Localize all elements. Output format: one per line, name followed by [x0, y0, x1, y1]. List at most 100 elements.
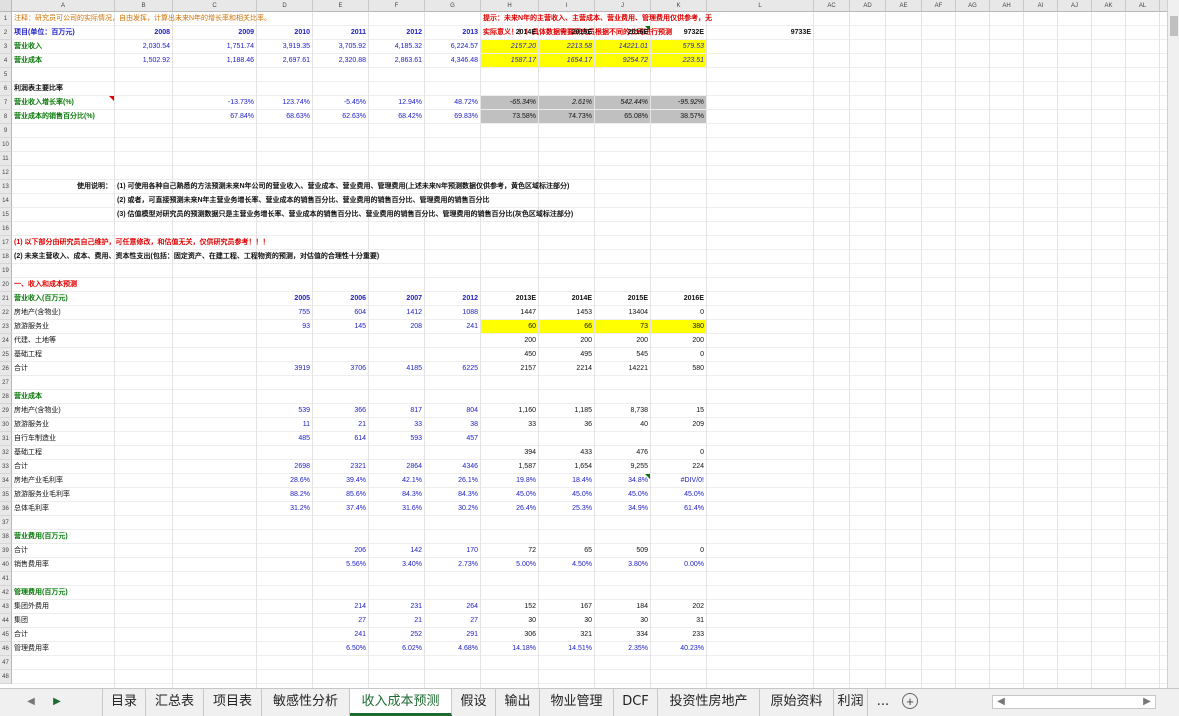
cell-value[interactable]: 房地产业毛利率	[14, 474, 63, 488]
tab-overflow-button[interactable]: ...	[870, 689, 896, 716]
cell-value[interactable]: 2016E	[652, 292, 704, 306]
select-all-corner[interactable]	[0, 0, 12, 12]
cell-value[interactable]: 42.1%	[370, 474, 422, 488]
row-header[interactable]: 35	[0, 488, 12, 502]
cell-value[interactable]: 62.63%	[314, 110, 366, 124]
cell-value[interactable]: 84.3%	[426, 488, 478, 502]
cell-value[interactable]: 2015E	[540, 26, 592, 40]
cell-value[interactable]: 21	[370, 614, 422, 628]
row-header[interactable]: 8	[0, 110, 12, 124]
cell-value[interactable]: 注释：研究员可公司的实际情况，自由发挥，计算出未来N年的增长率和相关比率。	[14, 12, 271, 26]
cell-value[interactable]: 1,751.74	[174, 40, 254, 54]
cell-value[interactable]: 2016E	[596, 26, 648, 40]
cell-value[interactable]: 2011	[314, 26, 366, 40]
row-header[interactable]: 29	[0, 404, 12, 418]
cell-value[interactable]: 804	[426, 404, 478, 418]
row-header[interactable]: 20	[0, 278, 12, 292]
sheet-tab[interactable]: 敏感性分析	[262, 689, 350, 716]
cell-value[interactable]: 基础工程	[14, 446, 42, 460]
cell-value[interactable]: 2157.20	[482, 40, 536, 54]
cell-value[interactable]: 580	[652, 362, 704, 376]
row-header[interactable]: 5	[0, 68, 12, 82]
cell-value[interactable]: 33	[370, 418, 422, 432]
row-header[interactable]: 44	[0, 614, 12, 628]
cell-value[interactable]: 542.44%	[596, 96, 648, 110]
cell-value[interactable]: 34.9%	[596, 502, 648, 516]
cell-value[interactable]: 306	[482, 628, 536, 642]
cell-value[interactable]: 4.50%	[540, 558, 592, 572]
column-header[interactable]: K	[651, 0, 707, 12]
cell-value[interactable]: 476	[596, 446, 648, 460]
cell-value[interactable]: 2009	[174, 26, 254, 40]
cell-value[interactable]: 38	[426, 418, 478, 432]
cell-value[interactable]: 214	[314, 600, 366, 614]
cell-value[interactable]: 15	[652, 404, 704, 418]
cell-value[interactable]: 6.50%	[314, 642, 366, 656]
cell-value[interactable]: 管理费用率	[14, 642, 49, 656]
row-header[interactable]: 45	[0, 628, 12, 642]
cell-value[interactable]: 房地产(含物业)	[14, 306, 61, 320]
column-header[interactable]: AK	[1092, 0, 1126, 12]
cell-value[interactable]: 一、收入和成本预测	[14, 278, 77, 292]
column-header[interactable]: AL	[1126, 0, 1160, 12]
tab-nav-next-button[interactable]: ▶	[50, 695, 64, 709]
cell-value[interactable]: 224	[652, 460, 704, 474]
cell-value[interactable]: 1654.17	[540, 54, 592, 68]
cell-value[interactable]: 2.73%	[426, 558, 478, 572]
row-header[interactable]: 14	[0, 194, 12, 208]
cell-value[interactable]: 12.94%	[370, 96, 422, 110]
cell-value[interactable]: 433	[540, 446, 592, 460]
cell-value[interactable]: -95.92%	[652, 96, 704, 110]
row-header[interactable]: 18	[0, 250, 12, 264]
cell-value[interactable]: 26.4%	[482, 502, 536, 516]
cell-value[interactable]: 26.1%	[426, 474, 478, 488]
cell-value[interactable]: 223.51	[652, 54, 704, 68]
cell-value[interactable]: 614	[314, 432, 366, 446]
cell-value[interactable]: 36	[540, 418, 592, 432]
cell-value[interactable]: 321	[540, 628, 592, 642]
cell-value[interactable]: 9,255	[596, 460, 648, 474]
row-header[interactable]: 19	[0, 264, 12, 278]
cell-value[interactable]: 2,320.88	[314, 54, 366, 68]
cell-value[interactable]: 2.35%	[596, 642, 648, 656]
sheet-tab[interactable]: 假设	[452, 689, 496, 716]
cell-value[interactable]: 264	[426, 600, 478, 614]
cell-value[interactable]: 2014E	[540, 292, 592, 306]
row-header[interactable]: 16	[0, 222, 12, 236]
cell-value[interactable]: 31	[652, 614, 704, 628]
column-header[interactable]: AC	[814, 0, 850, 12]
cell-value[interactable]: 0	[652, 544, 704, 558]
sheet-tab[interactable]: DCF	[614, 689, 658, 716]
cell-value[interactable]: 209	[652, 418, 704, 432]
cell-value[interactable]: 31.6%	[370, 502, 422, 516]
cell-value[interactable]: 3,919.35	[258, 40, 310, 54]
row-header[interactable]: 25	[0, 348, 12, 362]
cell-value[interactable]: 593	[370, 432, 422, 446]
cell-value[interactable]: 27	[314, 614, 366, 628]
cell-value[interactable]: 208	[370, 320, 422, 334]
column-header[interactable]: J	[595, 0, 651, 12]
cell-value[interactable]: 使用说明：	[13, 180, 112, 194]
column-header[interactable]: D	[257, 0, 313, 12]
cell-value[interactable]: 45.0%	[482, 488, 536, 502]
cell-value[interactable]: 88.2%	[258, 488, 310, 502]
cell-value[interactable]: 33	[482, 418, 536, 432]
cell-value[interactable]: (3) 估值模型对研究员的预测数据只是主营业务增长率、营业成本的销售百分比、营业…	[117, 208, 573, 222]
cell-value[interactable]: 旅游服务业	[14, 320, 49, 334]
cell-value[interactable]: 252	[370, 628, 422, 642]
vertical-scroll-thumb[interactable]	[1170, 16, 1178, 36]
cell-value[interactable]: 123.74%	[258, 96, 310, 110]
column-header[interactable]: A	[12, 0, 115, 12]
cell-value[interactable]: 74.73%	[540, 110, 592, 124]
sheet-tab[interactable]: 收入成本预测	[350, 689, 452, 716]
cell-value[interactable]: 84.3%	[370, 488, 422, 502]
column-header[interactable]: L	[707, 0, 814, 12]
cell-value[interactable]: 6225	[426, 362, 478, 376]
cell-value[interactable]: 65	[540, 544, 592, 558]
sheet-tab[interactable]: 物业管理	[540, 689, 614, 716]
cell-value[interactable]: 合计	[14, 544, 28, 558]
cell-value[interactable]: 2,697.61	[258, 54, 310, 68]
cell-value[interactable]: 69.83%	[426, 110, 478, 124]
cell-value[interactable]: 73.58%	[482, 110, 536, 124]
cell-value[interactable]: 2321	[314, 460, 366, 474]
